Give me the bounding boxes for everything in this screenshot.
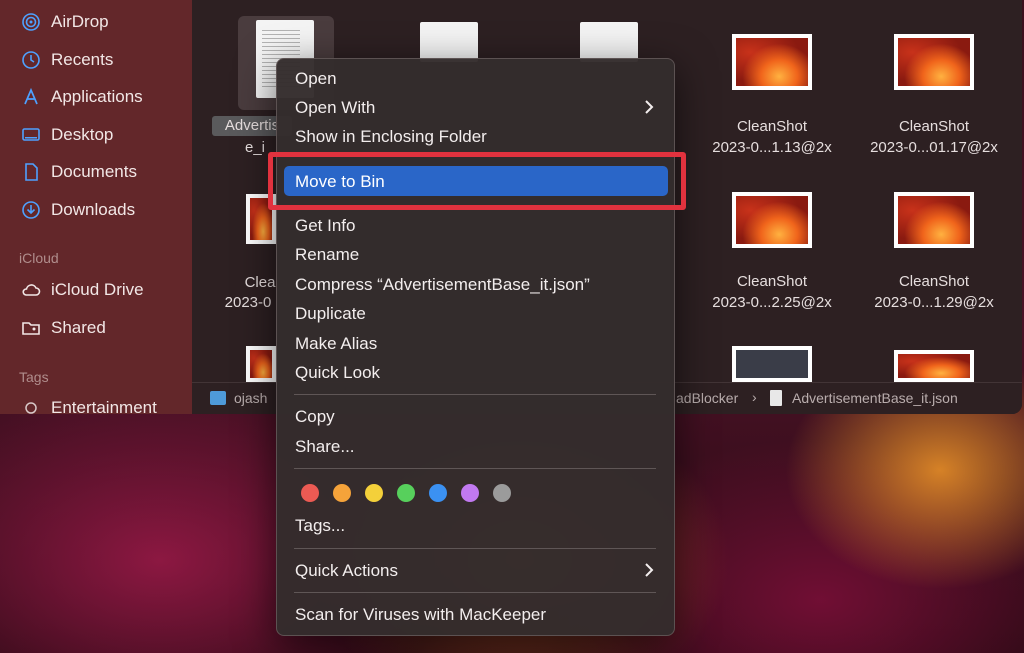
file-name-line2: 2023-0...1.13@2x — [712, 139, 832, 156]
menu-item-scan-viruses[interactable]: Scan for Viruses with MacKeeper — [295, 602, 657, 628]
sidebar-item-tag-entertainment[interactable]: Entertainment — [20, 395, 157, 414]
file-name-line2: e_i — [244, 139, 266, 156]
menu-item-open[interactable]: Open — [295, 66, 657, 92]
sidebar-section-tags: Tags — [19, 369, 49, 385]
menu-item-quick-actions[interactable]: Quick Actions — [295, 558, 657, 584]
tag-purple-dot[interactable] — [461, 484, 479, 502]
shared-folder-icon — [20, 317, 42, 339]
sidebar: AirDrop Recents Applications Desktop Doc… — [0, 0, 192, 414]
folder-icon — [210, 391, 226, 405]
clock-icon — [20, 49, 42, 71]
sidebar-item-documents[interactable]: Documents — [20, 159, 137, 185]
file-name[interactable]: CleanShot — [692, 117, 852, 137]
file-name-line2: 2023-0...01.17@2x — [870, 139, 998, 156]
menu-separator — [294, 548, 656, 549]
file-name-line2: 2023-0 — [224, 294, 272, 311]
sidebar-section-icloud: iCloud — [19, 250, 59, 266]
desktop-icon — [20, 124, 42, 146]
menu-item-copy[interactable]: Copy — [295, 404, 657, 430]
document-thumbnail[interactable] — [420, 22, 478, 62]
menu-item-compress[interactable]: Compress “AdvertisementBase_it.json” — [295, 272, 657, 298]
tag-blue-dot[interactable] — [429, 484, 447, 502]
menu-item-rename[interactable]: Rename — [295, 242, 657, 268]
download-icon — [20, 199, 42, 221]
menu-item-label: Quick Actions — [295, 561, 398, 580]
tag-green-dot[interactable] — [397, 484, 415, 502]
menu-item-quick-look[interactable]: Quick Look — [295, 360, 657, 386]
sidebar-item-label: Documents — [51, 162, 137, 181]
tag-circle-icon — [20, 397, 42, 414]
sidebar-item-label: Entertainment — [51, 398, 157, 414]
tag-red-dot[interactable] — [301, 484, 319, 502]
screenshot-thumbnail[interactable] — [894, 350, 974, 382]
menu-item-open-with[interactable]: Open With — [295, 95, 657, 121]
applications-icon — [20, 86, 42, 108]
tag-yellow-dot[interactable] — [365, 484, 383, 502]
sidebar-item-applications[interactable]: Applications — [20, 84, 143, 110]
chevron-right-icon — [645, 563, 654, 577]
sidebar-item-icloud-drive[interactable]: iCloud Drive — [20, 277, 144, 303]
airdrop-icon — [20, 11, 42, 33]
sidebar-item-label: Desktop — [51, 125, 114, 144]
document-thumbnail[interactable] — [580, 22, 638, 62]
screenshot-thumbnail[interactable] — [894, 34, 974, 90]
sidebar-item-label: Downloads — [51, 200, 136, 219]
file-name[interactable]: CleanShot — [854, 272, 1014, 292]
screenshot-thumbnail[interactable] — [894, 192, 974, 248]
sidebar-item-label: Applications — [51, 87, 143, 106]
menu-item-tags[interactable]: Tags... — [295, 513, 657, 539]
chevron-right-icon — [645, 100, 654, 114]
sidebar-item-recents[interactable]: Recents — [20, 47, 113, 73]
sidebar-item-label: Shared — [51, 318, 106, 337]
document-icon — [20, 161, 42, 183]
menu-item-get-info[interactable]: Get Info — [295, 213, 657, 239]
document-icon — [770, 390, 782, 406]
annotation-highlight-box — [268, 152, 686, 210]
file-name-line2: 2023-0...2.25@2x — [712, 294, 832, 311]
sidebar-item-downloads[interactable]: Downloads — [20, 197, 135, 223]
sidebar-item-desktop[interactable]: Desktop — [20, 122, 113, 148]
menu-item-label: Open With — [295, 98, 376, 117]
menu-separator — [294, 394, 656, 395]
menu-item-share[interactable]: Share... — [295, 434, 657, 460]
tag-gray-dot[interactable] — [493, 484, 511, 502]
file-name[interactable]: CleanShot — [854, 117, 1014, 137]
file-name-line2: 2023-0...1.29@2x — [874, 294, 994, 311]
path-segment-file[interactable]: AdvertisementBase_it.json — [792, 390, 958, 406]
path-segment[interactable]: adBlocker — [676, 390, 738, 406]
sidebar-item-label: Recents — [51, 50, 114, 69]
menu-separator — [294, 592, 656, 593]
file-name[interactable]: Clea — [240, 273, 280, 293]
menu-item-make-alias[interactable]: Make Alias — [295, 331, 657, 357]
screenshot-thumbnail[interactable] — [732, 34, 812, 90]
menu-item-show-enclosing-folder[interactable]: Show in Enclosing Folder — [295, 124, 657, 150]
screenshot-thumbnail[interactable] — [732, 192, 812, 248]
sidebar-item-airdrop[interactable]: AirDrop — [20, 9, 109, 35]
screenshot-thumbnail[interactable] — [732, 346, 812, 382]
path-segment[interactable]: ojash — [234, 390, 267, 406]
menu-item-duplicate[interactable]: Duplicate — [295, 301, 657, 327]
menu-separator — [294, 468, 656, 469]
file-name[interactable]: CleanShot — [692, 272, 852, 292]
cloud-icon — [20, 279, 42, 301]
sidebar-item-label: AirDrop — [51, 12, 109, 31]
tag-orange-dot[interactable] — [333, 484, 351, 502]
sidebar-item-label: iCloud Drive — [51, 280, 144, 299]
screenshot-thumbnail[interactable] — [246, 346, 276, 382]
sidebar-item-shared[interactable]: Shared — [20, 315, 106, 341]
path-separator: › — [752, 389, 757, 405]
